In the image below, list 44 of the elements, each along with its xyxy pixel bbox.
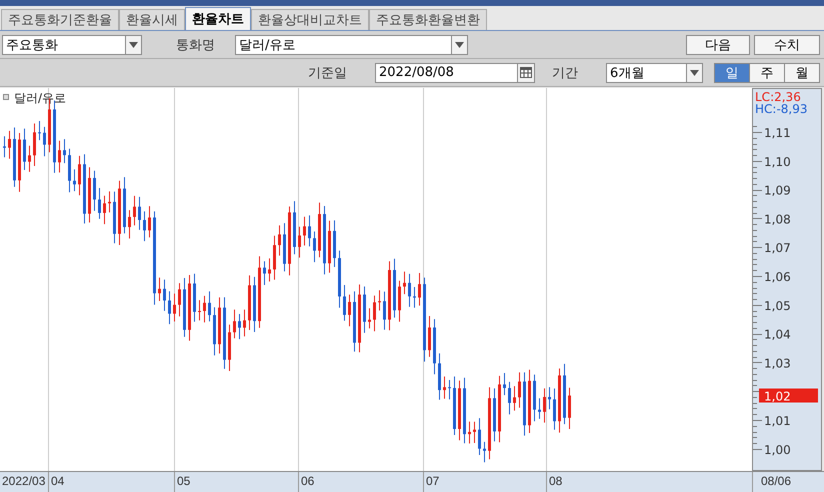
legend-label: 달러/유로 bbox=[14, 91, 66, 105]
currency-name-dropdown[interactable]: 달러/유로 bbox=[235, 34, 452, 54]
price-label: 1,00 bbox=[764, 442, 791, 457]
date-label: 08/06 bbox=[752, 472, 822, 492]
button[interactable]: 다음 bbox=[686, 34, 750, 54]
current-price-marker: 1,02 bbox=[759, 388, 818, 404]
price-label: 1,05 bbox=[764, 298, 791, 313]
legend-icon bbox=[3, 94, 9, 100]
date-label: 06 bbox=[298, 472, 423, 492]
date-label: 04 bbox=[48, 472, 174, 492]
dropdown-caret-icon[interactable] bbox=[125, 34, 142, 54]
label: 통화명 bbox=[176, 36, 215, 54]
period-dropdown[interactable]: 6개월 bbox=[606, 62, 687, 82]
dropdown-caret-icon[interactable] bbox=[451, 34, 468, 54]
tab[interactable]: 환율차트 bbox=[185, 7, 251, 30]
tab[interactable]: 주요통화기준환율 bbox=[1, 9, 119, 30]
low-change-label: LC:2,36 bbox=[755, 90, 801, 104]
date-field[interactable]: 2022/08/08 bbox=[375, 62, 518, 82]
price-label: 1,04 bbox=[764, 328, 791, 342]
date-label: 2022/03 bbox=[1, 473, 46, 490]
label: 기준일 bbox=[308, 64, 347, 82]
price-label: 1,11 bbox=[764, 126, 791, 140]
price-label: 1,01 bbox=[764, 414, 791, 428]
date-label: 07 bbox=[423, 472, 546, 492]
tab[interactable]: 주요통화환율변환 bbox=[369, 9, 487, 30]
price-label: 1,08 bbox=[764, 212, 791, 226]
date-label: 08 bbox=[546, 472, 752, 492]
price-label: 1,09 bbox=[764, 184, 791, 198]
date-label: 05 bbox=[174, 472, 298, 492]
price-label: 1,06 bbox=[764, 270, 791, 284]
tab[interactable]: 환율상대비교차트 bbox=[251, 9, 369, 30]
button[interactable]: 수치 bbox=[754, 34, 820, 54]
dropdown-caret-icon[interactable] bbox=[686, 62, 703, 82]
interval-button[interactable]: 일 bbox=[714, 62, 750, 82]
price-label: 1,07 bbox=[764, 241, 791, 256]
currency-group-dropdown[interactable]: 주요통화 bbox=[2, 34, 126, 54]
tab[interactable]: 환율시세 bbox=[119, 9, 185, 30]
price-label: 1,03 bbox=[764, 356, 791, 370]
label: 기간 bbox=[552, 64, 578, 82]
interval-button[interactable]: 주 bbox=[749, 62, 785, 82]
high-change-label: HC:-8,93 bbox=[755, 102, 808, 116]
price-label: 1,10 bbox=[764, 154, 791, 169]
interval-button[interactable]: 월 bbox=[784, 62, 820, 82]
calendar-icon[interactable] bbox=[517, 62, 535, 82]
